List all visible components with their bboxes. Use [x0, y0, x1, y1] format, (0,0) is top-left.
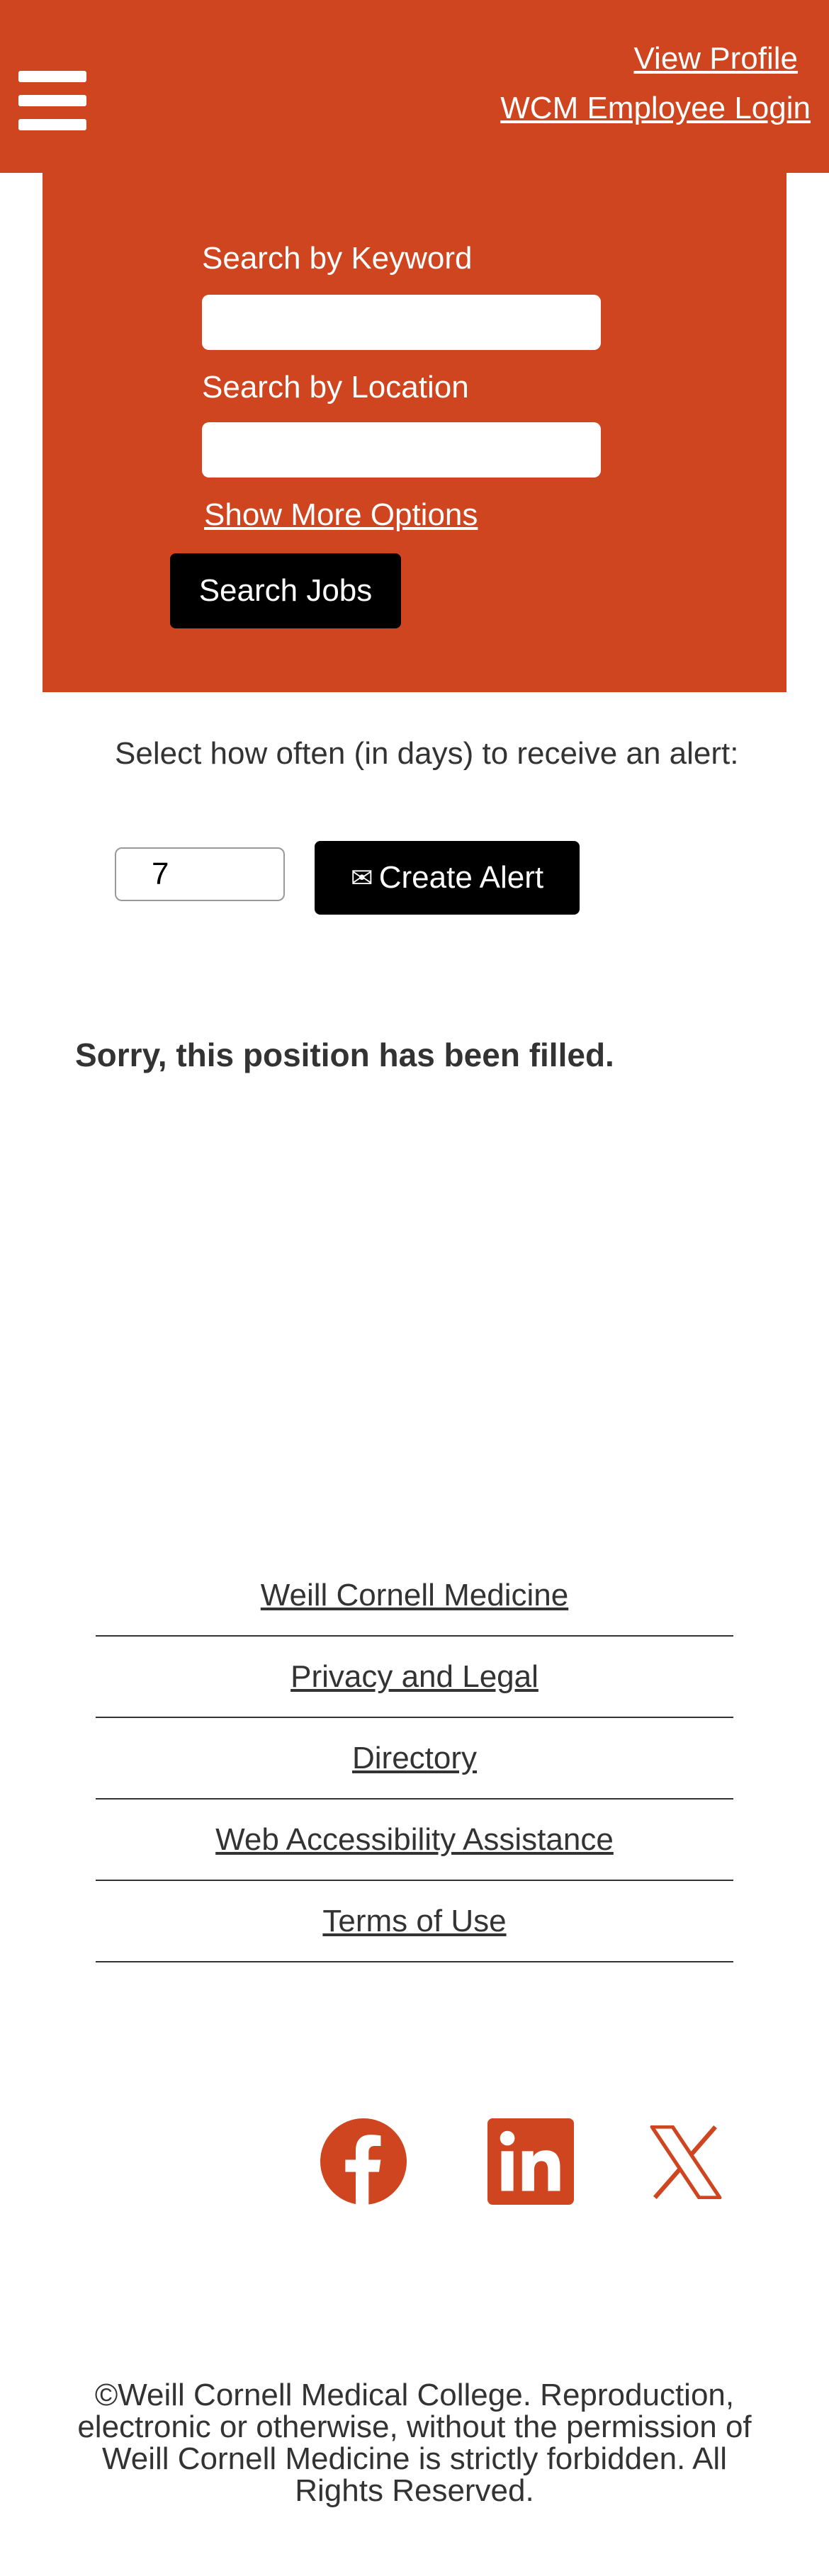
- footer-link-item: Terms of Use: [96, 1882, 733, 1962]
- linkedin-icon[interactable]: [487, 2118, 574, 2205]
- create-alert-button[interactable]: ✉ Create Alert: [315, 841, 580, 915]
- footer-link-weill-cornell-medicine[interactable]: Weill Cornell Medicine: [261, 1578, 568, 1613]
- envelope-icon: ✉: [350, 863, 373, 893]
- footer-link-item: Web Accessibility Assistance: [96, 1800, 733, 1881]
- location-search-input[interactable]: [202, 422, 601, 478]
- footer-link-web-accessibility[interactable]: Web Accessibility Assistance: [215, 1822, 614, 1858]
- keyword-search-input[interactable]: [202, 295, 601, 350]
- footer-link-item: Directory: [96, 1719, 733, 1800]
- top-header-bar: View Profile WCM Employee Login: [0, 0, 829, 173]
- show-more-options-link[interactable]: Show More Options: [204, 497, 478, 533]
- alert-days-input[interactable]: [115, 847, 285, 901]
- keyword-label: Search by Keyword: [202, 241, 473, 276]
- view-profile-link[interactable]: View Profile: [633, 41, 798, 77]
- create-alert-label: Create Alert: [378, 860, 544, 895]
- location-label: Search by Location: [202, 370, 469, 405]
- job-search-panel: Search by Keyword Search by Location Sho…: [43, 173, 786, 692]
- alert-frequency-label: Select how often (in days) to receive an…: [115, 736, 739, 771]
- footer-link-item: Weill Cornell Medicine: [96, 1556, 733, 1637]
- footer-link-directory[interactable]: Directory: [352, 1741, 477, 1776]
- copyright-notice: ©Weill Cornell Medical College. Reproduc…: [77, 2378, 752, 2508]
- search-jobs-button[interactable]: Search Jobs: [170, 553, 401, 628]
- footer-link-privacy-legal[interactable]: Privacy and Legal: [291, 1659, 538, 1695]
- footer-link-terms-of-use[interactable]: Terms of Use: [322, 1904, 506, 1939]
- footer-links: Weill Cornell Medicine Privacy and Legal…: [96, 1556, 733, 1963]
- footer-link-item: Privacy and Legal: [96, 1637, 733, 1718]
- facebook-icon[interactable]: [320, 2118, 407, 2205]
- position-filled-message: Sorry, this position has been filled.: [75, 1036, 614, 1073]
- x-icon[interactable]: [649, 2125, 723, 2200]
- employee-login-link[interactable]: WCM Employee Login: [500, 91, 811, 126]
- hamburger-menu-icon[interactable]: [18, 71, 86, 130]
